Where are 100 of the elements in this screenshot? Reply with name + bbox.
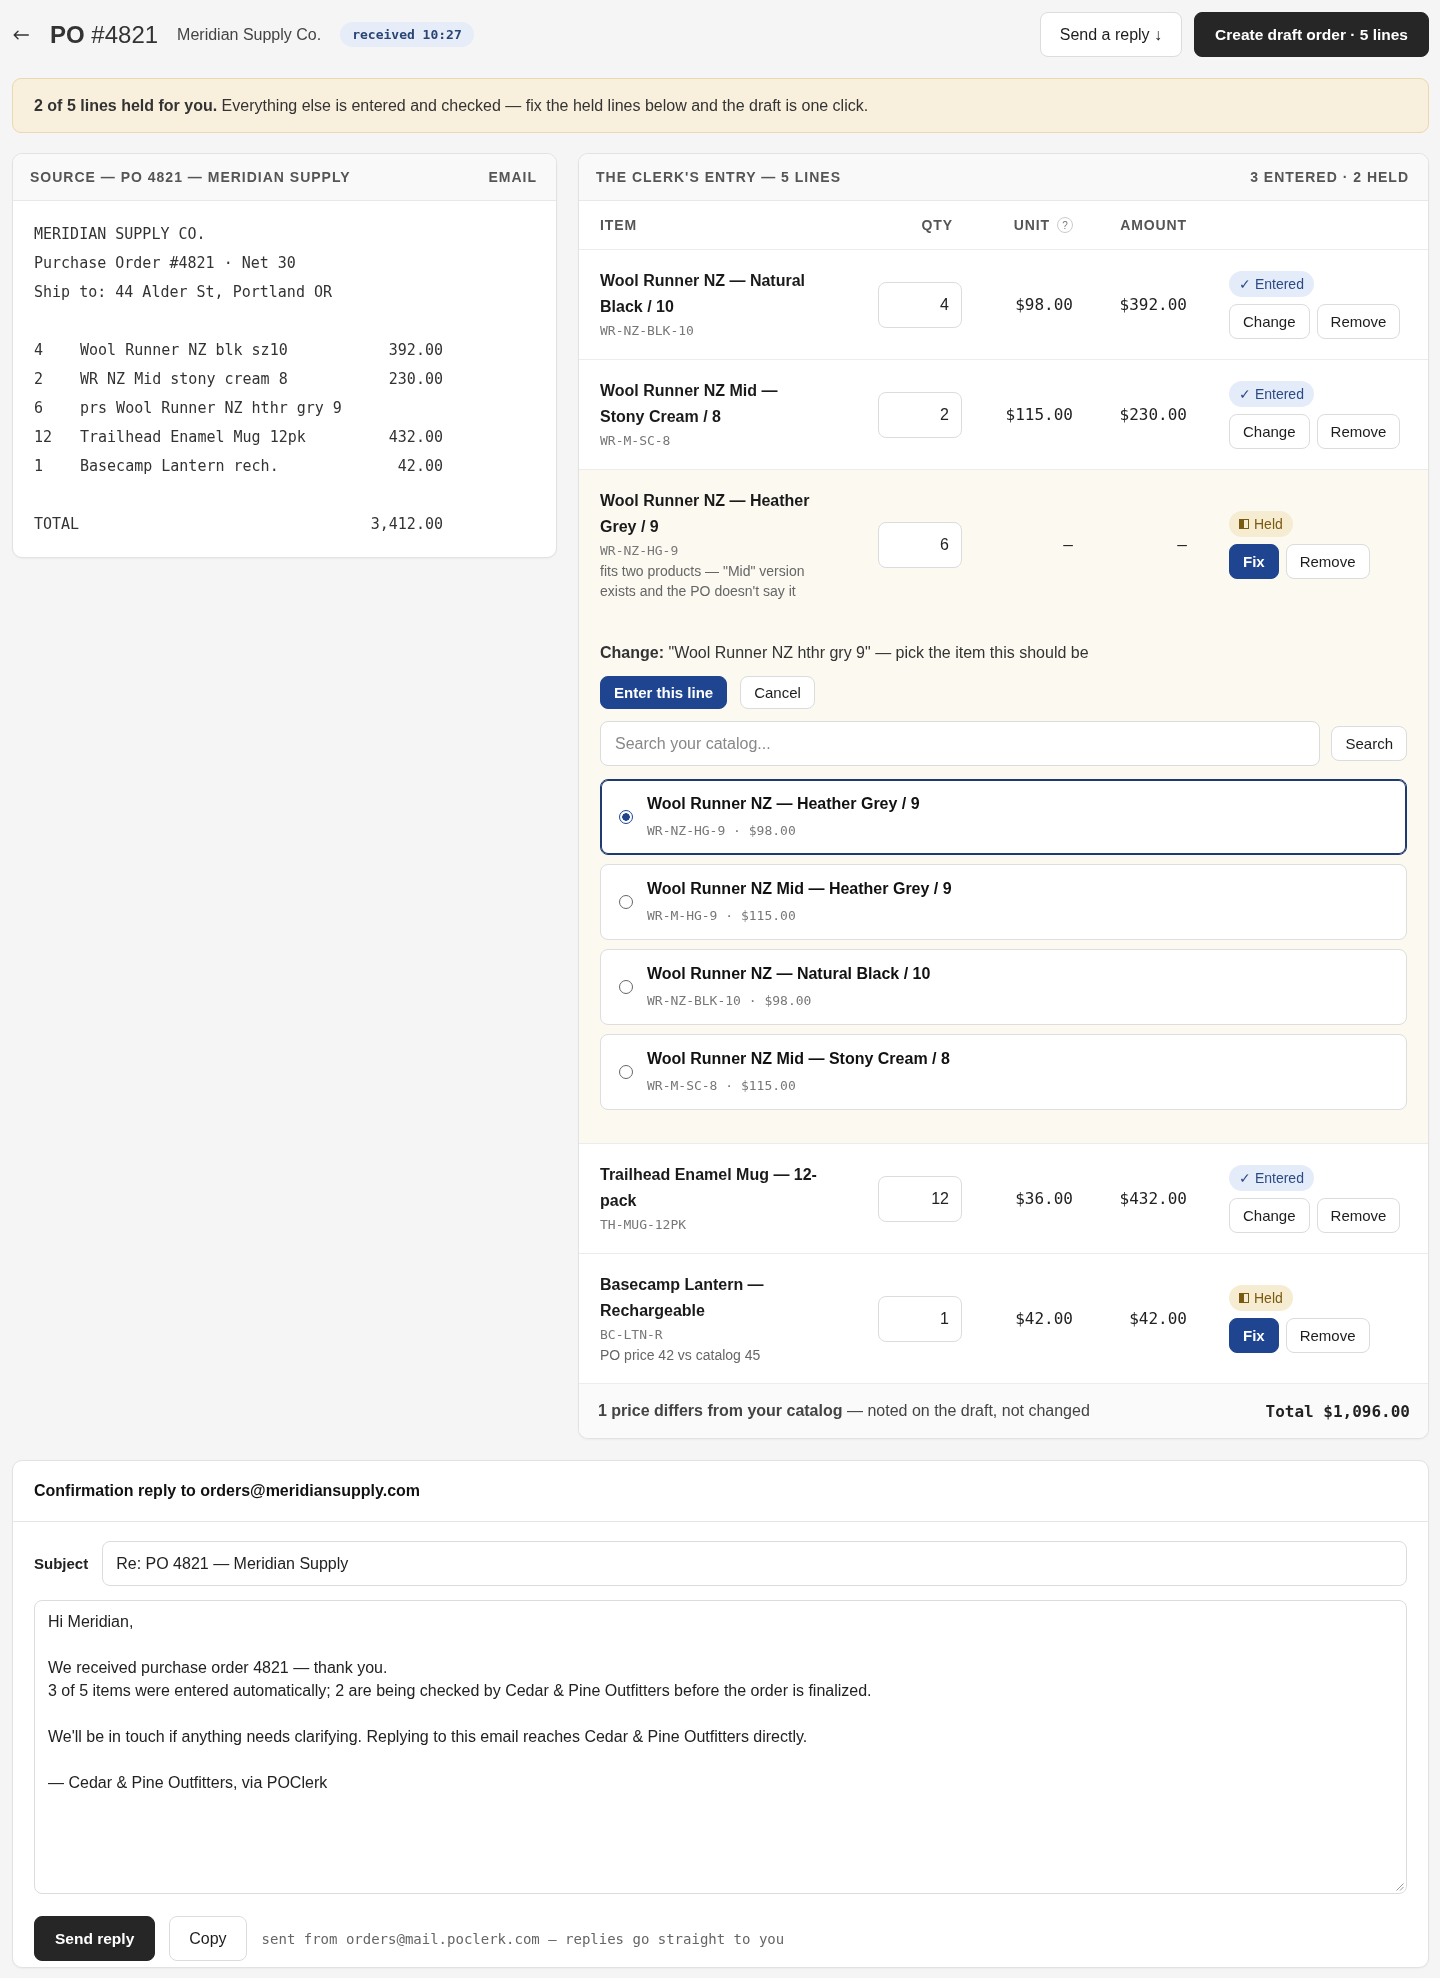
line-amount: 392.00 [388,340,443,361]
line-amount: $230.00 [1119,405,1187,424]
option-sku-price: WR-NZ-BLK-10 · $98.00 [647,992,813,1010]
quantity-field[interactable]: 1 [878,1295,962,1342]
radio-button[interactable] [619,1065,633,1079]
line-count-summary: 3 ENTERED · 2 HELD [1250,169,1409,185]
price-warning: 1 price differs from your catalog — noted on the draft, not changed [598,1402,1090,1420]
line-quantity: 2 [34,369,45,390]
line-amount: $392.00 [1119,295,1187,314]
line-quantity: 4 [34,340,45,361]
item-sku: WR-M-SC-8 [600,432,672,450]
unit-price: $36.00 [1015,1189,1073,1208]
radio-button[interactable] [619,810,633,824]
catalog-option[interactable]: Wool Runner NZ — Natural Black / 10 WR-NZ-BLK-10 · $98.00 [600,949,1407,1025]
banner-message: 2 of 5 lines held for you. Everything else is entered and checked — fix the held lines below and the draft is one click. [34,96,869,115]
catalog-search-field[interactable]: Search your catalog... [600,721,1321,766]
subject-field[interactable]: Re: PO 4821 — Meridian Supply [102,1541,1407,1586]
source-type-label: EMAIL [488,169,537,185]
quantity-field[interactable]: 2 [878,391,962,438]
status-label: Held [1254,515,1283,532]
resize-grip-icon[interactable] [1395,1882,1404,1891]
catalog-option[interactable]: Wool Runner NZ Mid — Stony Cream / 8 WR-M-SC-8 · $115.00 [600,1034,1407,1110]
quantity-field[interactable]: 12 [878,1175,962,1222]
status-label: Held [1254,1289,1283,1306]
option-sku-price: WR-NZ-HG-9 · $98.00 [647,822,797,840]
remove-button[interactable]: Remove [1285,1317,1370,1353]
remove-button[interactable]: Remove [1316,413,1401,449]
reply-title: Confirmation reply to orders@meridiansupply.com [34,1482,421,1500]
quantity-field[interactable]: 6 [878,521,962,568]
item-sku: BC-LTN-R [600,1326,664,1344]
half-filled-square-icon [1239,1292,1249,1303]
line-quantity: 12 [34,427,54,448]
line-quantity: 1 [34,456,45,477]
item-sku: WR-NZ-BLK-10 [600,322,695,340]
item-name: Basecamp Lantern — Rechargeable [600,1275,765,1321]
item-name: Wool Runner NZ — Natural Black / 10 [600,271,807,317]
document-text-line: Purchase Order #4821 · Net 30 [34,253,297,274]
cancel-button[interactable]: Cancel [740,676,815,709]
option-name: Wool Runner NZ — Natural Black / 10 [647,964,931,984]
enter-line-button[interactable]: Enter this line [600,676,728,709]
item-name: Trailhead Enamel Mug — 12-pack [600,1165,818,1211]
column-header: AMOUNT [1120,217,1187,233]
send-reply-button[interactable]: Send a reply ↓ [1039,12,1183,57]
send-reply-button[interactable]: Send reply [34,1916,156,1961]
unit-price: $42.00 [1015,1309,1073,1328]
item-sku: TH-MUG-12PK [600,1216,688,1234]
create-draft-button[interactable]: Create draft order · 5 lines [1194,12,1429,57]
column-header: UNIT [1013,217,1050,233]
catalog-option[interactable]: Wool Runner NZ Mid — Heather Grey / 9 WR-M-HG-9 · $115.00 [600,864,1407,940]
line-amount: 42.00 [396,456,443,477]
fix-button[interactable]: Fix [1229,543,1279,579]
option-sku-price: WR-M-SC-8 · $115.00 [647,1077,797,1095]
half-filled-square-icon [1239,518,1249,529]
sender-note: sent from orders@mail.poclerk.com — replies go straight to you [261,1930,785,1947]
radio-button[interactable] [619,980,633,994]
catalog-option[interactable]: Wool Runner NZ — Heather Grey / 9 WR-NZ-HG-9 · $98.00 [600,779,1407,855]
line-quantity: 6 [34,398,45,419]
received-time-badge: received 10:27 [340,22,474,47]
document-text-line: Ship to: 44 Alder St, Portland OR [34,282,333,303]
change-button[interactable]: Change [1229,413,1310,449]
line-amount: 230.00 [388,369,443,390]
line-amount: $42.00 [1129,1309,1187,1328]
vendor-name: Meridian Supply Co. [177,25,322,44]
unit-price: $115.00 [1005,405,1073,424]
item-name: Wool Runner NZ — Heather Grey / 9 [600,491,811,537]
subject-label: Subject [34,1555,89,1572]
po-title: PO #4821 [50,20,159,49]
change-prompt: Change: "Wool Runner NZ hthr gry 9" — pick the item this should be [600,643,1090,663]
option-sku-price: WR-M-HG-9 · $115.00 [647,907,797,925]
item-note: fits two products — "Mid" version exists and the PO doesn't say it [600,562,806,601]
remove-button[interactable]: Remove [1316,1197,1401,1233]
fix-button[interactable]: Fix [1229,1317,1279,1353]
back-arrow-icon[interactable] [13,29,29,40]
change-button[interactable]: Change [1229,1197,1310,1233]
remove-button[interactable]: Remove [1316,303,1401,339]
copy-button[interactable]: Copy [169,1916,247,1961]
status-label: ✓ Entered [1239,275,1304,292]
line-description: Trailhead Enamel Mug 12pk [80,427,307,448]
status-label: ✓ Entered [1239,385,1304,402]
column-header: QTY [921,217,953,233]
option-name: Wool Runner NZ Mid — Stony Cream / 8 [647,1049,950,1069]
line-amount: – [1177,535,1187,554]
line-description: prs Wool Runner NZ hthr gry 9 [80,398,343,419]
document-text-line: MERIDIAN SUPPLY CO. [34,224,207,245]
item-sku: WR-NZ-HG-9 [600,542,680,560]
unit-price: – [1063,535,1073,554]
total-amount: 3,412.00 [370,514,443,535]
status-label: ✓ Entered [1239,1169,1304,1186]
line-description: Basecamp Lantern rech. [80,456,280,477]
remove-button[interactable]: Remove [1285,543,1370,579]
radio-button[interactable] [619,895,633,909]
change-button[interactable]: Change [1229,303,1310,339]
quantity-field[interactable]: 4 [878,281,962,328]
line-amount: 432.00 [388,427,443,448]
panel-title: SOURCE — PO 4821 — MERIDIAN SUPPLY [30,169,351,185]
unit-price: $98.00 [1015,295,1073,314]
panel-title: THE CLERK'S ENTRY — 5 LINES [596,169,842,185]
message-body-field[interactable]: Hi Meridian, We received purchase order 4821 — thank you. 3 of 5 items were entered automatically; 2 are being checked by Cedar & Pine Outfitters before the order is finalized. We'll be in touch if anything needs clarifying. Replying to this email reaches Cedar & Pine Outfitters directly. — Cedar & Pine Outfitters, via POClerk [34,1600,1407,1894]
line-description: Wool Runner NZ blk sz10 [80,340,289,361]
search-button[interactable]: Search [1331,726,1407,761]
